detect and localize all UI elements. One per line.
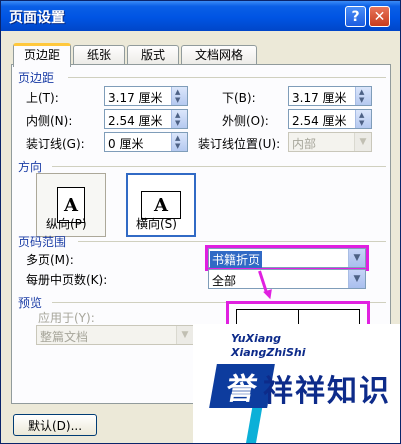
inside-margin-value: 2.54 厘米 [108, 114, 163, 128]
sheets-per-booklet-select[interactable]: 全部 ▼ [208, 269, 366, 289]
tab-margins[interactable]: 页边距 [13, 43, 71, 67]
inside-margin-spinner[interactable]: 2.54 厘米 ▲ ▼ [104, 109, 188, 129]
sheets-per-booklet-value: 全部 [212, 274, 237, 288]
title-bar[interactable]: 页面设置 ? ✕ [1, 1, 400, 31]
apply-to-label: 应用于(Y): [38, 311, 95, 325]
watermark-latin-1: YuXiang [231, 332, 281, 345]
gutter-position-value: 内部 [292, 137, 317, 151]
chevron-down-icon[interactable]: ▼ [176, 326, 193, 344]
section-divider [78, 241, 386, 242]
chevron-down-icon[interactable]: ▼ [348, 270, 365, 288]
highlight-box [205, 245, 369, 271]
apply-to-value: 整篇文档 [40, 330, 89, 344]
margins-section-title: 页边距 [18, 71, 55, 85]
outside-margin-value: 2.54 厘米 [292, 114, 347, 128]
spin-arrows-icon[interactable]: ▲ ▼ [171, 87, 187, 105]
tab-document-grid[interactable]: 文档网格 [181, 45, 257, 65]
tab-paper[interactable]: 纸张 [73, 45, 125, 65]
gutter-label: 装订线(G): [26, 137, 85, 151]
watermark-logo: YuXiang XiangZhiShi 誉 祥祥知识 [193, 324, 400, 443]
tab-layout[interactable]: 版式 [127, 45, 179, 65]
section-divider [68, 77, 386, 78]
close-button[interactable]: ✕ [369, 6, 390, 27]
gutter-value: 0 厘米 [108, 137, 144, 151]
outside-margin-spinner[interactable]: 2.54 厘米 ▲ ▼ [288, 109, 372, 129]
watermark-accent-bar [245, 408, 263, 443]
inside-margin-label: 内侧(N): [26, 114, 73, 128]
watermark-text: 祥祥知识 [263, 374, 391, 409]
spin-arrows-icon[interactable]: ▲ ▼ [355, 87, 371, 105]
chevron-down-icon[interactable]: ▼ [354, 133, 371, 151]
portrait-label[interactable]: 纵向(P) [46, 215, 87, 232]
top-margin-value: 3.17 厘米 [108, 91, 163, 105]
top-margin-spinner[interactable]: 3.17 厘米 ▲ ▼ [104, 86, 188, 106]
multiple-pages-label: 多页(M): [26, 253, 74, 267]
spin-arrows-icon[interactable]: ▲ ▼ [355, 110, 371, 128]
outside-margin-label: 外侧(O): [222, 114, 269, 128]
page-setup-dialog: 页面设置 ? ✕ 页边距 纸张 版式 文档网格 页边距 上(T): 3.17 厘… [0, 0, 401, 444]
top-margin-label: 上(T): [26, 91, 59, 105]
bottom-margin-spinner[interactable]: 3.17 厘米 ▲ ▼ [288, 86, 372, 106]
help-button[interactable]: ? [345, 6, 366, 27]
gutter-position-select[interactable]: 内部 ▼ [288, 132, 372, 152]
sheets-per-booklet-label: 每册中页数(K): [26, 273, 108, 287]
gutter-spinner[interactable]: 0 厘米 ▲ ▼ [104, 132, 188, 152]
default-button[interactable]: 默认(D)... [13, 414, 97, 436]
section-divider [52, 166, 386, 167]
pages-section-title: 页码范围 [18, 235, 67, 249]
bottom-margin-label: 下(B): [222, 91, 256, 105]
landscape-label[interactable]: 横向(S) [136, 215, 177, 232]
spin-arrows-icon[interactable]: ▲ ▼ [171, 133, 187, 151]
spin-arrows-icon[interactable]: ▲ ▼ [171, 110, 187, 128]
dialog-title: 页面设置 [9, 10, 65, 26]
bottom-margin-value: 3.17 厘米 [292, 91, 347, 105]
apply-to-select[interactable]: 整篇文档 ▼ [36, 325, 194, 345]
watermark-latin-2: XiangZhiShi [231, 346, 306, 359]
gutter-position-label: 装订线位置(U): [198, 137, 281, 151]
